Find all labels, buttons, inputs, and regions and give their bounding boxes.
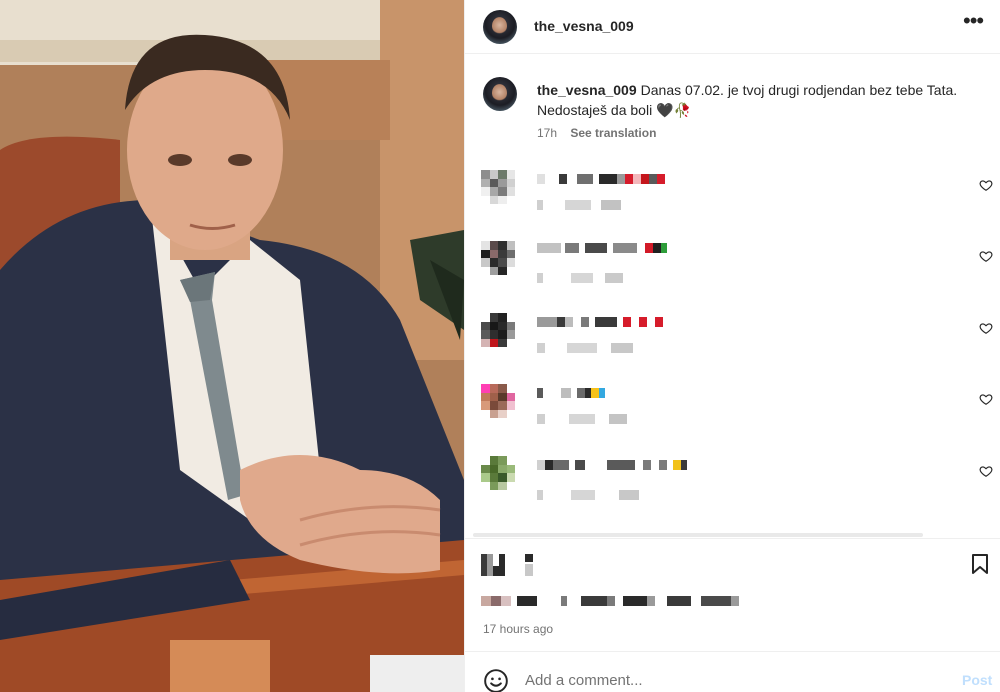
redacted-comment-text <box>537 388 605 400</box>
redacted-comment-meta <box>537 273 623 285</box>
author-avatar[interactable] <box>483 10 517 44</box>
heart-outline-icon[interactable] <box>979 321 993 335</box>
see-translation-link[interactable]: See translation <box>570 126 656 140</box>
comment-composer: Post <box>465 651 1000 692</box>
comment-avatar[interactable] <box>481 456 515 490</box>
heart-outline-icon[interactable] <box>979 392 993 406</box>
redacted-comment-text <box>537 243 667 255</box>
redacted-comment-meta <box>537 414 627 426</box>
comment-item <box>465 456 1000 508</box>
heart-outline-icon[interactable] <box>979 249 993 263</box>
caption-meta: 17h See translation <box>537 126 656 140</box>
redacted-comment-meta <box>537 200 621 212</box>
comment-item <box>465 241 1000 293</box>
comment-input[interactable] <box>525 666 925 692</box>
comment-avatar[interactable] <box>481 313 515 347</box>
caption-age: 17h <box>537 126 558 140</box>
redacted-action-icons[interactable] <box>481 554 533 576</box>
redacted-comment-meta <box>537 343 633 355</box>
post-photo[interactable] <box>0 0 464 692</box>
bookmark-icon[interactable] <box>968 552 992 576</box>
post-comment-button[interactable]: Post <box>962 672 992 688</box>
heart-outline-icon[interactable] <box>979 178 993 192</box>
horizontal-scrollbar[interactable] <box>473 533 923 537</box>
caption-avatar[interactable] <box>483 77 517 111</box>
redacted-likes[interactable] <box>481 596 841 614</box>
comment-item <box>465 170 1000 222</box>
actions-divider <box>465 538 1000 539</box>
author-username[interactable]: the_vesna_009 <box>534 18 634 34</box>
redacted-comment-text <box>537 174 665 186</box>
caption-text: the_vesna_009 Danas 07.02. je tvoj drugi … <box>537 80 967 120</box>
comment-item <box>465 384 1000 436</box>
redacted-comment-text <box>537 317 663 329</box>
redacted-comment-text <box>537 460 687 472</box>
comment-avatar[interactable] <box>481 384 515 418</box>
comment-avatar[interactable] <box>481 170 515 204</box>
redacted-comment-meta <box>537 490 639 502</box>
more-options-icon[interactable]: ••• <box>963 10 987 36</box>
post-header: the_vesna_009 ••• <box>465 0 1000 54</box>
post-timestamp[interactable]: 17 hours ago <box>483 622 553 636</box>
comment-avatar[interactable] <box>481 241 515 275</box>
heart-outline-icon[interactable] <box>979 464 993 478</box>
comment-item <box>465 313 1000 365</box>
caption-username[interactable]: the_vesna_009 <box>537 82 637 98</box>
post-photo-illustration <box>0 0 464 692</box>
post-actions <box>465 548 1000 584</box>
emoji-smiley-icon[interactable] <box>483 668 509 692</box>
post-details-panel: the_vesna_009 ••• the_vesna_009 Danas 07.… <box>464 0 1000 692</box>
